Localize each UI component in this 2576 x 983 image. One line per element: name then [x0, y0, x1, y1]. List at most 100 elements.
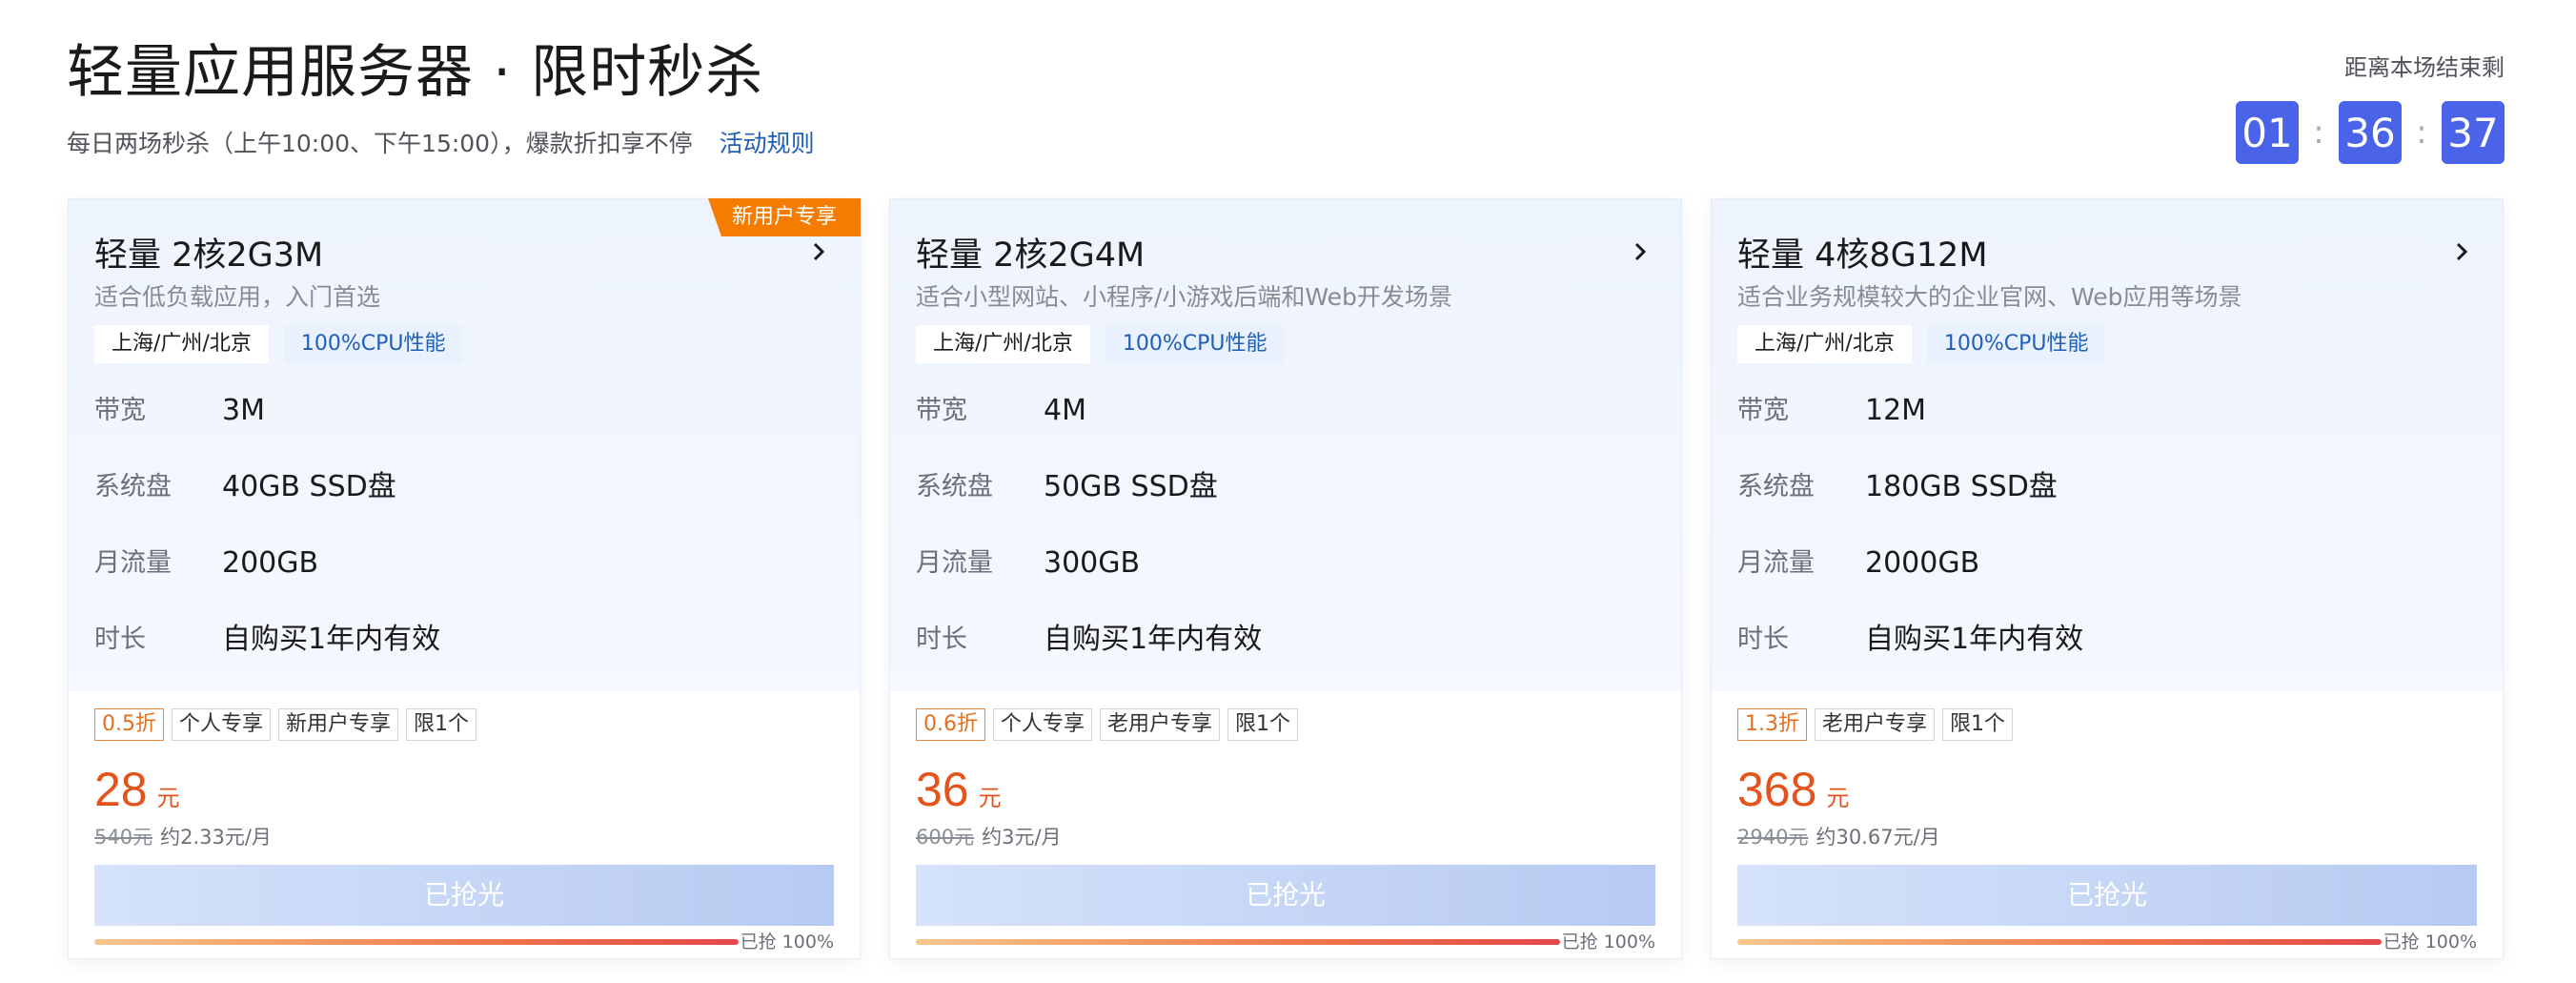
stock-progress-bar — [1737, 939, 2382, 945]
cpu-tag: 100%CPU性能 — [283, 325, 463, 363]
card-title[interactable]: 轻量 4核8G12M — [1737, 234, 1988, 277]
sale-price: 28 元 — [94, 758, 180, 821]
price-unit: 元 — [978, 785, 1002, 811]
monthly-price: 约2.33元/月 — [160, 826, 272, 849]
spec-value: 12M — [1865, 394, 1927, 427]
spec-label: 时长 — [1737, 625, 1789, 654]
spec-value: 300GB — [1044, 546, 1141, 580]
chevron-right-icon[interactable] — [2447, 237, 2476, 266]
stock-progress-fill — [916, 939, 1560, 945]
promo-badge: 老用户专享 — [1100, 708, 1221, 741]
spec-label: 时长 — [94, 625, 146, 654]
price-amount: 368 — [1737, 763, 1817, 816]
product-card: 轻量 2核2G4M 适合小型网站、小程序/小游戏后端和Web开发场景 上海/广州… — [889, 198, 1682, 959]
price-unit: 元 — [156, 785, 180, 811]
promo-badge: 个人专享 — [172, 708, 272, 741]
original-price: 600元 约3元/月 — [916, 823, 1062, 851]
original-price-amount: 540元 — [94, 826, 153, 849]
spec-value: 自购买1年内有效 — [1865, 623, 2084, 656]
discount-badge: 0.5折 — [94, 708, 164, 741]
original-price: 540元 约2.33元/月 — [94, 823, 272, 851]
card-tags: 上海/广州/北京 100%CPU性能 — [1737, 325, 2106, 363]
spec-label: 系统盘 — [1737, 472, 1815, 502]
sold-out-button[interactable]: 已抢光 — [1737, 865, 2477, 926]
price-amount: 28 — [94, 763, 148, 816]
sale-price: 368 元 — [1737, 758, 1849, 821]
region-tag: 上海/广州/北京 — [1737, 325, 1912, 363]
spec-value: 180GB SSD盘 — [1865, 470, 2058, 503]
promo-badge: 新用户专享 — [278, 708, 399, 741]
countdown-separator: : — [2313, 113, 2324, 152]
countdown-seconds: 37 — [2442, 101, 2505, 164]
countdown-separator: : — [2416, 113, 2427, 152]
stock-progress-text: 已抢 100% — [1561, 932, 1655, 952]
promo-badge: 老用户专享 — [1815, 708, 1936, 741]
stock-progress-bar — [916, 939, 1560, 945]
region-tag: 上海/广州/北京 — [94, 325, 269, 363]
card-description: 适合低负载应用，入门首选 — [94, 283, 381, 311]
card-description: 适合业务规模较大的企业官网、Web应用等场景 — [1737, 283, 2242, 311]
spec-label: 月流量 — [1737, 548, 1815, 578]
spec-value: 3M — [222, 394, 265, 427]
countdown-label: 距离本场结束剩 — [2344, 54, 2505, 81]
sold-out-button[interactable]: 已抢光 — [94, 865, 834, 926]
stock-progress-fill — [1737, 939, 2382, 945]
discount-badge: 0.6折 — [916, 708, 985, 741]
monthly-price: 约3元/月 — [982, 826, 1062, 849]
flash-sale-page: 轻量应用服务器 · 限时秒杀 每日两场秒杀（上午10:00、下午15:00），爆… — [67, 0, 2505, 983]
original-price: 2940元 约30.67元/月 — [1737, 823, 1940, 851]
spec-value: 2000GB — [1865, 546, 1980, 580]
card-description: 适合小型网站、小程序/小游戏后端和Web开发场景 — [916, 283, 1452, 311]
stock-progress-fill — [94, 939, 739, 945]
card-tags: 上海/广州/北京 100%CPU性能 — [916, 325, 1285, 363]
spec-value: 自购买1年内有效 — [1044, 623, 1263, 656]
stock-progress-text: 已抢 100% — [2383, 932, 2477, 952]
cpu-tag: 100%CPU性能 — [1926, 325, 2106, 363]
page-title: 轻量应用服务器 · 限时秒杀 — [67, 39, 764, 106]
chevron-right-icon[interactable] — [1626, 237, 1654, 266]
sale-price: 36 元 — [916, 758, 1002, 821]
spec-label: 月流量 — [916, 548, 993, 578]
spec-label: 系统盘 — [916, 472, 993, 502]
promo-badges: 0.5折 个人专享 新用户专享 限1个 — [94, 708, 477, 741]
chevron-right-icon[interactable] — [804, 237, 833, 266]
countdown-minutes: 36 — [2339, 101, 2402, 164]
card-title[interactable]: 轻量 2核2G4M — [916, 234, 1145, 277]
product-card: 轻量 4核8G12M 适合业务规模较大的企业官网、Web应用等场景 上海/广州/… — [1711, 198, 2504, 959]
promo-badges: 1.3折 老用户专享 限1个 — [1737, 708, 2014, 741]
sold-out-button[interactable]: 已抢光 — [916, 865, 1655, 926]
spec-label: 带宽 — [1737, 396, 1789, 425]
region-tag: 上海/广州/北京 — [916, 325, 1090, 363]
new-user-ribbon: 新用户专享 — [708, 198, 861, 236]
promo-badge: 限1个 — [1227, 708, 1299, 741]
spec-value: 自购买1年内有效 — [222, 623, 441, 656]
spec-label: 带宽 — [94, 396, 146, 425]
subtitle-text: 每日两场秒杀（上午10:00、下午15:00），爆款折扣享不停 — [67, 130, 693, 157]
spec-value: 50GB SSD盘 — [1044, 470, 1218, 503]
spec-value: 200GB — [222, 546, 319, 580]
original-price-amount: 600元 — [916, 826, 975, 849]
spec-label: 时长 — [916, 625, 967, 654]
countdown-timer: 01 : 36 : 37 — [2236, 101, 2505, 164]
discount-badge: 1.3折 — [1737, 708, 1807, 741]
spec-label: 系统盘 — [94, 472, 172, 502]
countdown-hours: 01 — [2236, 101, 2299, 164]
original-price-amount: 2940元 — [1737, 826, 1809, 849]
card-tags: 上海/广州/北京 100%CPU性能 — [94, 325, 463, 363]
activity-rules-link[interactable]: 活动规则 — [720, 130, 815, 157]
promo-badge: 限1个 — [1942, 708, 2014, 741]
spec-value: 40GB SSD盘 — [222, 470, 396, 503]
monthly-price: 约30.67元/月 — [1815, 826, 1940, 849]
cpu-tag: 100%CPU性能 — [1105, 325, 1285, 363]
promo-badge: 个人专享 — [993, 708, 1093, 741]
spec-value: 4M — [1044, 394, 1086, 427]
price-unit: 元 — [1826, 785, 1850, 811]
card-title[interactable]: 轻量 2核2G3M — [94, 234, 323, 277]
stock-progress-bar — [94, 939, 739, 945]
promo-badges: 0.6折 个人专享 老用户专享 限1个 — [916, 708, 1299, 741]
page-subtitle: 每日两场秒杀（上午10:00、下午15:00），爆款折扣享不停 活动规则 — [67, 128, 815, 160]
price-amount: 36 — [916, 763, 969, 816]
promo-badge: 限1个 — [406, 708, 477, 741]
stock-progress-text: 已抢 100% — [740, 932, 834, 952]
spec-label: 月流量 — [94, 548, 172, 578]
